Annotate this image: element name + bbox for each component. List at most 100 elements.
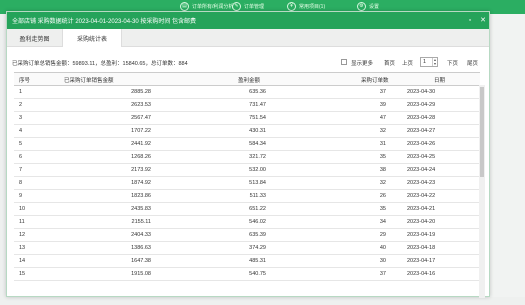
cell-index: 15 bbox=[19, 271, 26, 277]
money-icon: ¥ bbox=[287, 1, 296, 11]
header-sales[interactable]: 已采购订单销售金额 bbox=[64, 76, 114, 84]
table-row[interactable]: 12 2404.33 635.39 29 2023-04-19 bbox=[14, 229, 480, 242]
page-spinner-icon[interactable]: ▲ ▼ bbox=[432, 58, 437, 66]
cell-order-count: 31 bbox=[379, 141, 386, 147]
pencil-icon: ✎ bbox=[232, 1, 241, 11]
table-row[interactable]: 9 1823.86 511.33 26 2023-04-22 bbox=[14, 190, 480, 203]
cell-order-count: 38 bbox=[379, 167, 386, 173]
cell-profit: 540.75 bbox=[249, 271, 266, 277]
next-page-link[interactable]: 下页 bbox=[447, 59, 458, 67]
cell-order-count: 32 bbox=[379, 128, 386, 134]
cell-profit: 532.00 bbox=[249, 167, 266, 173]
dialog-title: 全部店铺 采购数据统计 2023-04-01-2023-04-30 按采购时间 … bbox=[12, 19, 197, 25]
chart-icon: ▤ bbox=[180, 1, 189, 11]
cell-index: 3 bbox=[19, 115, 23, 121]
cell-profit: 321.72 bbox=[249, 154, 266, 160]
cell-index: 13 bbox=[19, 245, 26, 251]
page-number-value: 1 bbox=[423, 59, 427, 65]
header-profit[interactable]: 盈利金额 bbox=[238, 76, 260, 84]
cell-date: 2023-04-28 bbox=[407, 115, 436, 121]
table-row[interactable]: 8 1874.92 513.84 32 2023-04-23 bbox=[14, 177, 480, 190]
cell-date: 2023-04-18 bbox=[407, 245, 436, 251]
cell-order-count: 40 bbox=[379, 245, 386, 251]
background-panel-bottom bbox=[0, 297, 525, 305]
cell-date: 2023-04-17 bbox=[407, 258, 436, 264]
cell-index: 10 bbox=[19, 206, 26, 212]
cell-profit: 513.84 bbox=[249, 180, 266, 186]
bg-nav-label: 常用项目(1) bbox=[299, 3, 326, 10]
tab-purchase-table[interactable]: 采购统计表 bbox=[62, 29, 122, 47]
cell-sales: 1386.63 bbox=[131, 245, 151, 251]
cell-sales: 1915.08 bbox=[131, 271, 151, 277]
cell-date: 2023-04-25 bbox=[407, 154, 436, 160]
cell-order-count: 34 bbox=[379, 219, 386, 225]
show-more-checkbox[interactable] bbox=[341, 59, 347, 65]
header-order-count[interactable]: 采购订单数 bbox=[361, 76, 389, 84]
table-scrollbar[interactable] bbox=[479, 85, 485, 298]
cell-date: 2023-04-29 bbox=[407, 102, 436, 108]
table-row[interactable]: 15 1915.08 540.75 37 2023-04-16 bbox=[14, 268, 480, 281]
cell-sales: 2404.33 bbox=[131, 232, 151, 238]
dialog-titlebar[interactable]: 全部店铺 采购数据统计 2023-04-01-2023-04-30 按采购时间 … bbox=[7, 12, 489, 29]
cell-date: 2023-04-22 bbox=[407, 193, 436, 199]
cell-profit: 511.33 bbox=[249, 193, 266, 199]
cell-order-count: 35 bbox=[379, 154, 386, 160]
cell-profit: 584.34 bbox=[249, 141, 266, 147]
cell-date: 2023-04-19 bbox=[407, 232, 436, 238]
cell-profit: 731.47 bbox=[249, 102, 266, 108]
cell-date: 2023-04-30 bbox=[407, 89, 436, 95]
cell-date: 2023-04-24 bbox=[407, 167, 436, 173]
bg-nav-label: 设置 bbox=[369, 3, 380, 10]
cell-index: 5 bbox=[19, 141, 23, 147]
purchase-table: 序号 已采购订单销售金额 盈利金额 采购订单数 日期 1 2885.28 635.3… bbox=[14, 72, 480, 298]
table-header: 序号 已采购订单销售金额 盈利金额 采购订单数 日期 bbox=[14, 73, 480, 86]
cell-order-count: 37 bbox=[379, 89, 386, 95]
cell-order-count: 47 bbox=[379, 115, 386, 121]
table-row[interactable]: 7 2173.92 532.00 38 2023-04-24 bbox=[14, 164, 480, 177]
cell-index: 6 bbox=[19, 154, 23, 160]
table-row[interactable]: 14 1647.38 485.31 30 2023-04-17 bbox=[14, 255, 480, 268]
cell-order-count: 30 bbox=[379, 258, 386, 264]
cell-sales: 2173.92 bbox=[131, 167, 151, 173]
cell-date: 2023-04-26 bbox=[407, 141, 436, 147]
prev-page-link[interactable]: 上页 bbox=[402, 59, 413, 67]
table-row[interactable]: 6 1268.26 321.72 35 2023-04-25 bbox=[14, 151, 480, 164]
cell-index: 2 bbox=[19, 102, 23, 108]
table-row[interactable]: 3 2567.47 751.54 47 2023-04-28 bbox=[14, 112, 480, 125]
bg-nav-label: 订单管理 bbox=[244, 3, 265, 10]
table-row[interactable]: 11 2155.11 546.02 34 2023-04-20 bbox=[14, 216, 480, 229]
table-row[interactable]: 4 1707.22 430.31 32 2023-04-27 bbox=[14, 125, 480, 138]
cell-profit: 635.39 bbox=[249, 232, 266, 238]
table-row[interactable]: 13 1386.63 374.29 40 2023-04-18 bbox=[14, 242, 480, 255]
show-more-label: 显示更多 bbox=[351, 61, 374, 67]
scrollbar-thumb[interactable] bbox=[480, 87, 484, 177]
cell-date: 2023-04-27 bbox=[407, 128, 436, 134]
cell-order-count: 29 bbox=[379, 232, 386, 238]
cell-sales: 2623.53 bbox=[131, 102, 151, 108]
last-page-link[interactable]: 尾页 bbox=[467, 59, 478, 67]
cell-sales: 1268.26 bbox=[131, 154, 151, 160]
page-number-input[interactable]: 1 ▲ ▼ bbox=[420, 57, 438, 67]
tab-profit-trend[interactable]: 盈利走势图 bbox=[7, 29, 62, 47]
cell-sales: 1874.92 bbox=[131, 180, 151, 186]
maximize-icon[interactable]: ▫ bbox=[465, 15, 475, 25]
table-row[interactable]: 5 2441.92 584.34 31 2023-04-26 bbox=[14, 138, 480, 151]
close-icon[interactable]: ✕ bbox=[478, 15, 488, 25]
header-date[interactable]: 日期 bbox=[434, 76, 445, 84]
background-panel-right bbox=[489, 14, 525, 305]
cell-order-count: 39 bbox=[379, 102, 386, 108]
cell-profit: 651.22 bbox=[249, 206, 266, 212]
table-row[interactable]: 1 2885.28 635.36 37 2023-04-30 bbox=[14, 86, 480, 99]
cell-sales: 2155.11 bbox=[131, 219, 151, 225]
table-row[interactable]: 2 2623.53 731.47 39 2023-04-29 bbox=[14, 99, 480, 112]
cell-date: 2023-04-16 bbox=[407, 271, 436, 277]
table-row[interactable]: 10 2435.83 651.22 35 2023-04-21 bbox=[14, 203, 480, 216]
header-index[interactable]: 序号 bbox=[19, 76, 30, 84]
cell-index: 4 bbox=[19, 128, 23, 134]
cell-sales: 1707.22 bbox=[131, 128, 151, 134]
cell-sales: 1823.86 bbox=[131, 193, 151, 199]
cell-profit: 485.31 bbox=[249, 258, 266, 264]
table-body: 1 2885.28 635.36 37 2023-04-30 2 2623.53 731.47… bbox=[14, 86, 480, 281]
first-page-link[interactable]: 首页 bbox=[384, 59, 395, 67]
cell-order-count: 35 bbox=[379, 206, 386, 212]
